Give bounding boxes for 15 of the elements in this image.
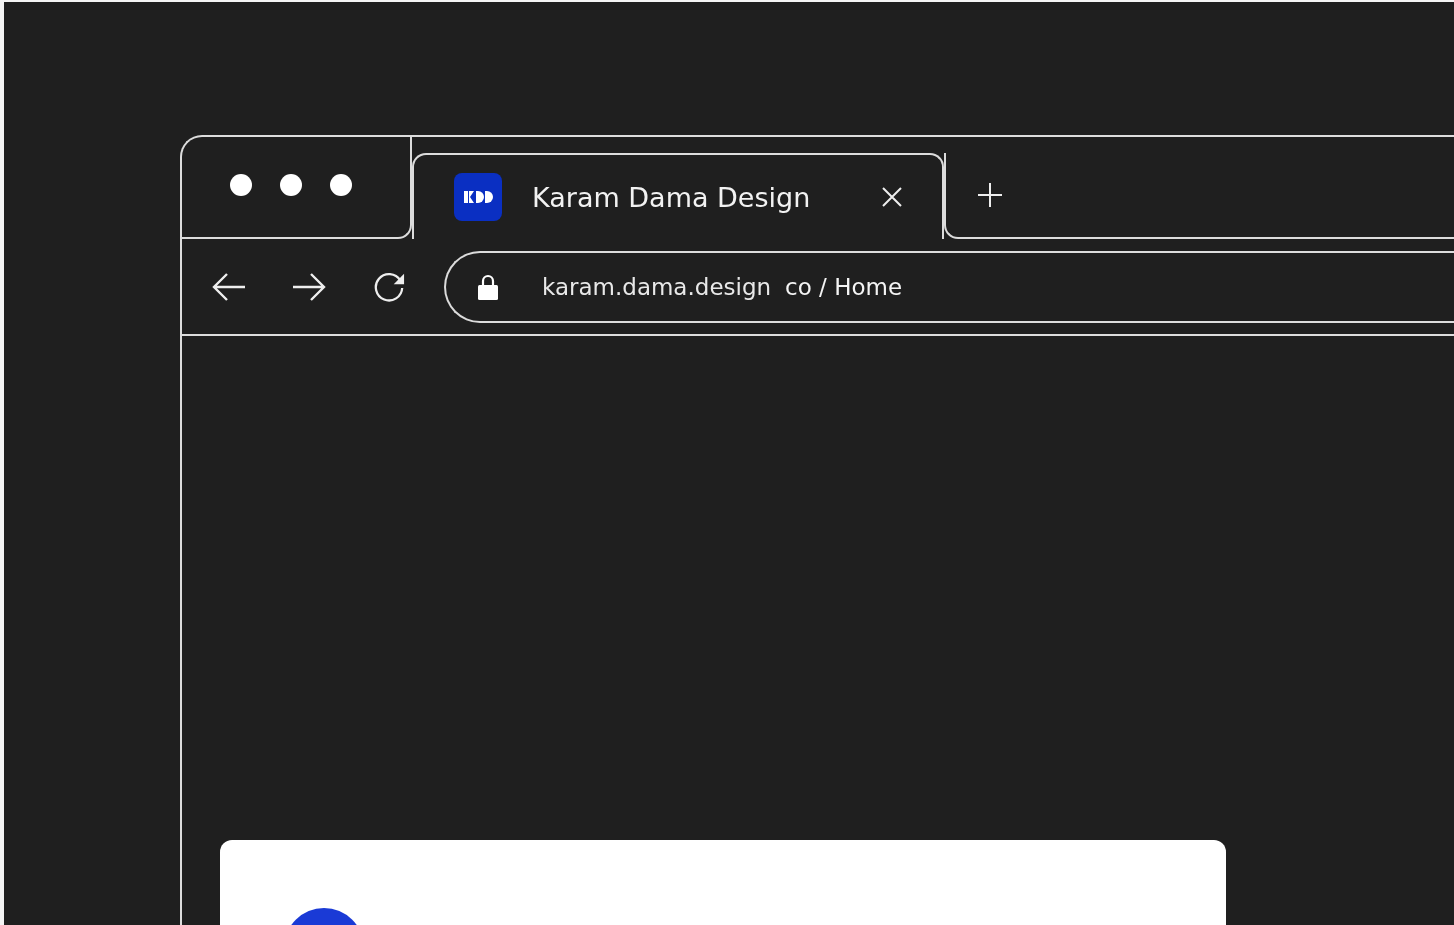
window-dot-icon[interactable] xyxy=(280,174,302,196)
lock-icon xyxy=(478,273,498,300)
url-path: co / Home xyxy=(785,273,903,300)
tab-title: Karam Dama Design xyxy=(532,181,812,213)
window-dot-icon[interactable] xyxy=(230,174,252,196)
url-host: karam.dama.design xyxy=(542,273,772,300)
browser-tab[interactable]: Karam Dama Design xyxy=(412,153,944,239)
logo-icon xyxy=(454,173,502,221)
reload-icon[interactable] xyxy=(372,270,406,303)
close-icon[interactable] xyxy=(882,187,902,207)
plus-icon[interactable] xyxy=(978,183,1002,207)
back-arrow-icon[interactable] xyxy=(212,270,246,303)
forward-arrow-icon[interactable] xyxy=(292,270,326,303)
address-bar[interactable]: karam.dama.design co / Home xyxy=(444,250,1454,323)
window-dot-icon[interactable] xyxy=(330,174,352,196)
